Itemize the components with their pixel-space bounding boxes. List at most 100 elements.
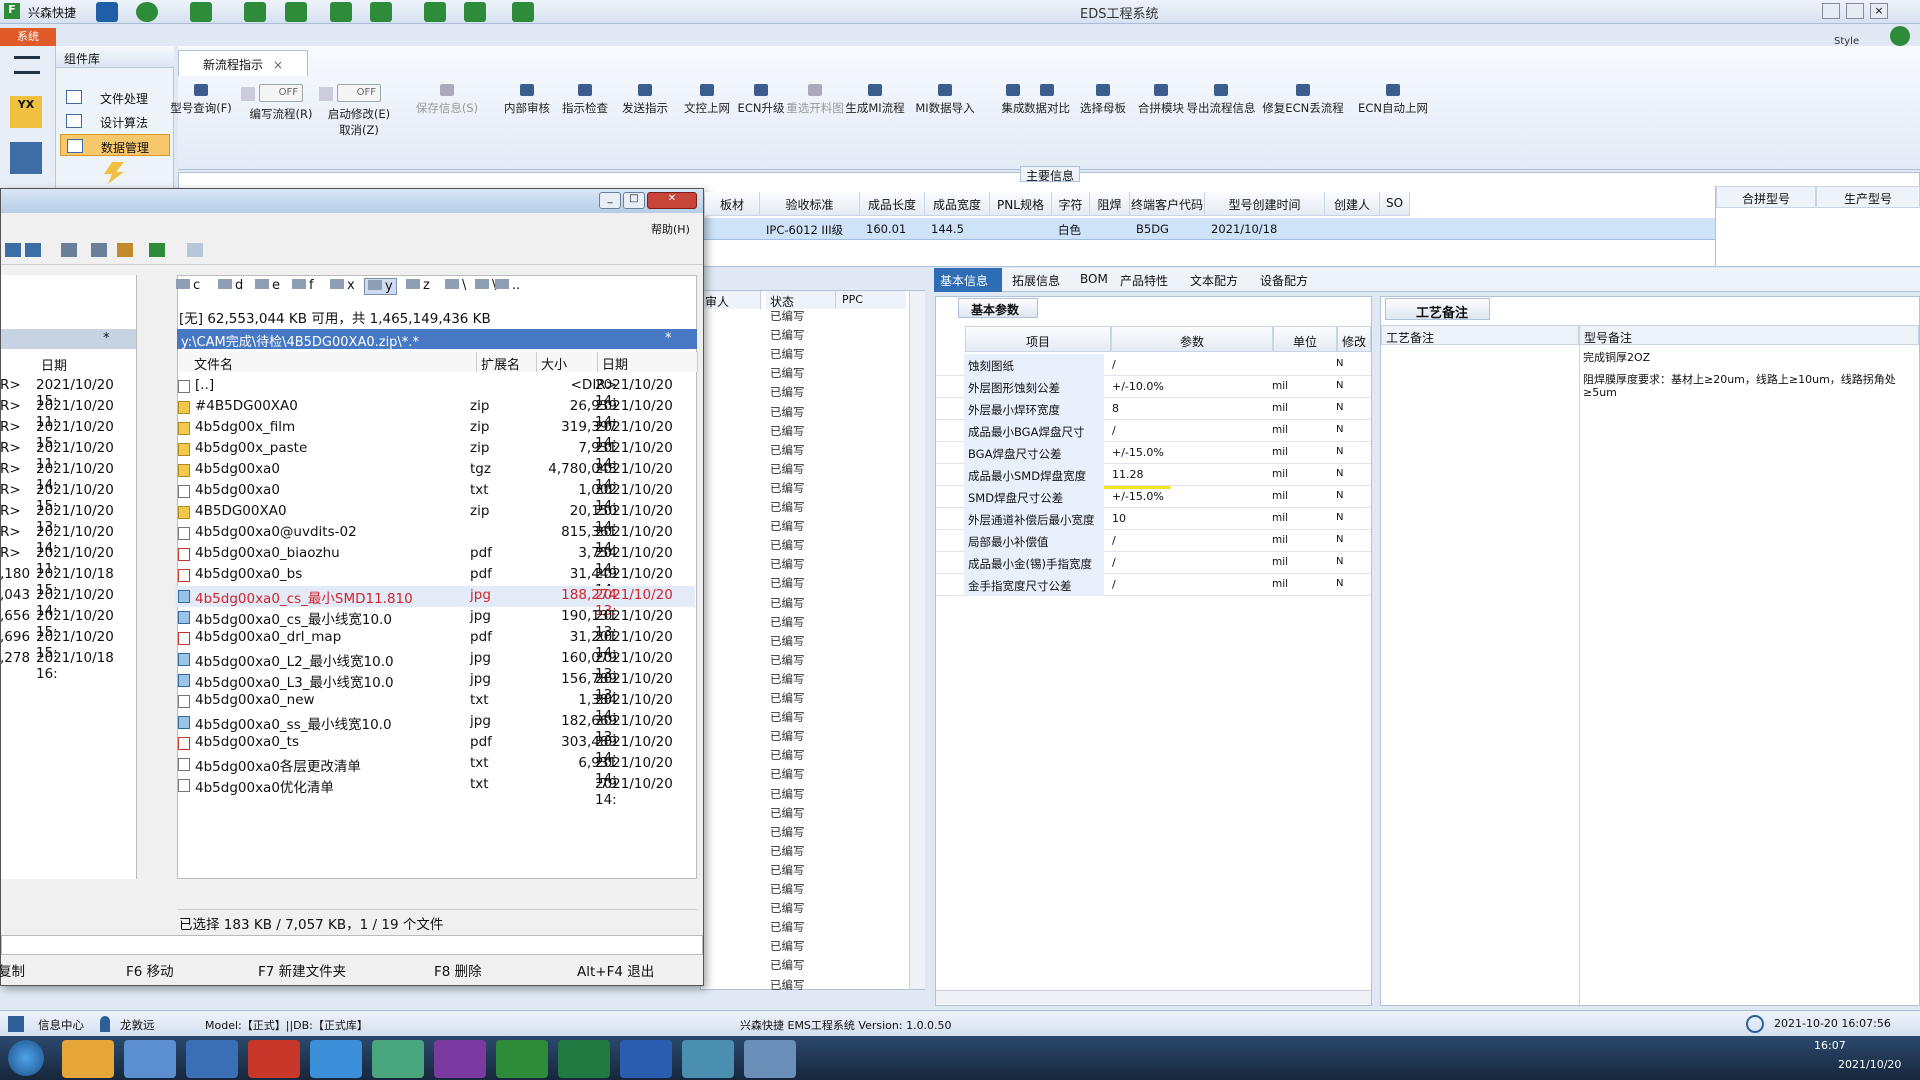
param-row[interactable]: 外层通道补偿后最小宽度 10 mil N (936, 508, 1371, 530)
file-row[interactable]: 4b5dg00xa0_new txt 1,384 2021/10/20 14: (175, 691, 695, 724)
taskbar-notepad-icon[interactable] (124, 1040, 176, 1078)
ribbon-button-6[interactable]: 发送指示 (610, 84, 680, 116)
database-icon[interactable] (10, 142, 42, 174)
fm-close-button[interactable]: ✕ (647, 192, 697, 209)
file-row[interactable]: [..] <DIR> 2021/10/20 14: (175, 376, 695, 409)
maximize-button[interactable] (1846, 3, 1864, 19)
minimize-button[interactable] (1822, 3, 1840, 19)
start-button[interactable] (8, 1040, 44, 1076)
tab-bom[interactable]: BOM (1080, 272, 1108, 286)
system-button[interactable]: 系统 (0, 28, 56, 46)
file-row[interactable]: 4b5dg00xa0优化清单 txt 79 2021/10/20 14: (175, 775, 695, 808)
file-header-2[interactable]: 大小 (537, 352, 598, 373)
file-row[interactable]: 4b5dg00xa0_cs_最小线宽10.0 jpg 190,131 2021/10/… (175, 607, 695, 640)
search-icon[interactable] (96, 2, 118, 22)
drive-button-2[interactable]: e (255, 278, 280, 293)
left-list-row[interactable]: R> 2021/10/20 15: (0, 481, 135, 514)
cl-item-algo[interactable]: 设计算法 (60, 110, 170, 132)
file-row[interactable]: 4b5dg00xa0_ss_最小线宽10.0 jpg 182,669 2021/10/… (175, 712, 695, 745)
fm-path-bar[interactable]: y:\CAM完成\待检\4B5DG00XA0.zip\*.* * (177, 329, 697, 350)
param-row[interactable]: 成品最小金(锡)手指宽度 / mil N (936, 552, 1371, 574)
drive-button-0[interactable]: c (176, 278, 200, 293)
param-value[interactable]: / (1112, 578, 1116, 591)
left-list-row[interactable]: R> 2021/10/20 11: (0, 439, 135, 472)
left-list-row[interactable]: R> 2021/10/20 13: (0, 502, 135, 535)
drive-button-8[interactable]: \ (475, 278, 496, 293)
file-row[interactable]: 4b5dg00x_paste zip 7,931 2021/10/20 14: (175, 439, 695, 472)
drive-button-4[interactable]: x (330, 278, 355, 293)
menu-icon[interactable] (14, 56, 40, 74)
left-list-row[interactable]: R> 2021/10/20 11: (0, 544, 135, 577)
file-row[interactable]: 4b5dg00xa0_ts pdf 303,489 2021/10/20 14: (175, 733, 695, 766)
view-icon[interactable] (187, 243, 203, 257)
param-row[interactable]: 外层图形蚀刻公差 +/-10.0% mil N (936, 376, 1371, 398)
file-row[interactable]: 4b5dg00xa0 tgz 4,780,043 2021/10/20 14: (175, 460, 695, 493)
tab-close-icon[interactable]: × (273, 58, 283, 72)
ribbon-button-0[interactable]: 型号查询(F) (166, 84, 236, 116)
status-list-scrollbar[interactable] (909, 291, 925, 989)
cl-item-data[interactable]: 数据管理 (60, 134, 170, 156)
left-list-row[interactable]: R> 2021/10/20 15: (0, 418, 135, 451)
file-row[interactable]: 4b5dg00xa0_biaozhu pdf 3,754 2021/10/20 14: (175, 544, 695, 577)
left-list-row[interactable]: R> 2021/10/20 11: (0, 397, 135, 430)
fkey-button-3[interactable]: F8 删除 (434, 960, 482, 980)
file-row[interactable]: 4b5dg00xa0@uvdits-02 815,361 2021/10/20 14… (175, 523, 695, 556)
user-icon[interactable] (424, 2, 446, 22)
taskbar-excel-icon[interactable] (558, 1040, 610, 1078)
fm-left-path[interactable]: * (1, 329, 136, 349)
network-icon[interactable] (25, 243, 41, 257)
fm-help-menu[interactable]: 帮助(H) (651, 221, 690, 237)
ribbon-button-11[interactable]: MI数据导入 (910, 84, 980, 116)
find-icon[interactable] (61, 243, 77, 257)
param-row[interactable]: 蚀刻图纸 / N (936, 354, 1371, 376)
ribbon-button-3[interactable]: 保存信息(S) (412, 84, 482, 116)
ribbon-button-16[interactable]: 导出流程信息 (1176, 84, 1266, 116)
param-value[interactable]: +/-15.0% (1112, 490, 1164, 503)
left-list-row[interactable]: ,043 2021/10/20 14: (0, 586, 135, 619)
left-list-row[interactable]: ,278 2021/10/18 16: (0, 649, 135, 682)
drive-button-1[interactable]: d (218, 278, 243, 293)
file-header-0[interactable]: 文件名 (178, 352, 477, 373)
left-list-row[interactable]: R> 2021/10/20 15: (0, 376, 135, 409)
file-row[interactable]: 4b5dg00xa0 txt 1,002 2021/10/20 14: (175, 481, 695, 514)
drive-button-6[interactable]: z (406, 278, 430, 293)
left-list-row[interactable]: R> 2021/10/20 14: (0, 523, 135, 556)
fkey-button-4[interactable]: Alt+F4 退出 (577, 960, 654, 980)
taskbar-eds-icon[interactable] (496, 1040, 548, 1078)
pack-icon[interactable] (117, 243, 133, 257)
tree-icon[interactable] (5, 243, 21, 257)
ribbon-button-2[interactable]: OFF 启动修改(E) 取消(Z) (324, 84, 394, 138)
file-row[interactable]: 4B5DG00XA0 zip 20,150 2021/10/20 14: (175, 502, 695, 535)
ribbon-button-1[interactable]: OFF 编写流程(R) (246, 84, 316, 122)
params-hscrollbar[interactable] (936, 990, 1371, 1004)
file-row[interactable]: 4b5dg00xa0_L3_最小线宽10.0 jpg 156,789 2021/10/… (175, 670, 695, 703)
cl-item-file[interactable]: 文件处理 (60, 86, 170, 108)
param-row[interactable]: 外层最小焊环宽度 8 mil N (936, 398, 1371, 420)
param-row[interactable]: 成品最小SMD焊盘宽度 11.28 mil N (936, 464, 1371, 486)
taskbar-save-icon[interactable] (186, 1040, 238, 1078)
taskbar-remote-icon[interactable] (682, 1040, 734, 1078)
copy-icon[interactable] (330, 2, 352, 22)
toggle-switch[interactable]: OFF (259, 84, 303, 102)
drive-button-7[interactable]: \ (445, 278, 466, 293)
file-header-3[interactable]: 日期 (598, 352, 698, 373)
left-list-row[interactable]: ,656 2021/10/20 15: (0, 607, 135, 640)
taskbar-network-icon[interactable] (372, 1040, 424, 1078)
sync-icon[interactable] (91, 243, 107, 257)
windows-grid-icon[interactable] (8, 1016, 24, 1032)
param-value[interactable]: 8 (1112, 402, 1119, 415)
fm-maximize-button[interactable]: □ (623, 192, 645, 209)
file-row[interactable]: 4b5dg00xa0_L2_最小线宽10.0 jpg 160,079 2021/10/… (175, 649, 695, 682)
param-value[interactable]: / (1112, 358, 1116, 371)
cut-icon[interactable] (244, 2, 266, 22)
left-list-row[interactable]: ,696 2021/10/20 15: (0, 628, 135, 661)
taskbar-word-icon[interactable] (620, 1040, 672, 1078)
monitor-icon[interactable] (512, 2, 534, 22)
param-row[interactable]: BGA焊盘尺寸公差 +/-15.0% mil N (936, 442, 1371, 464)
param-value[interactable]: 11.28 (1112, 468, 1144, 481)
param-value[interactable]: / (1112, 534, 1116, 547)
phone-icon[interactable] (1890, 26, 1910, 46)
ribbon-button-17[interactable]: 修复ECN丢流程 (1258, 84, 1348, 116)
tab-extended-info[interactable]: 拓展信息 (1012, 272, 1060, 289)
close-button[interactable]: × (1870, 3, 1888, 19)
